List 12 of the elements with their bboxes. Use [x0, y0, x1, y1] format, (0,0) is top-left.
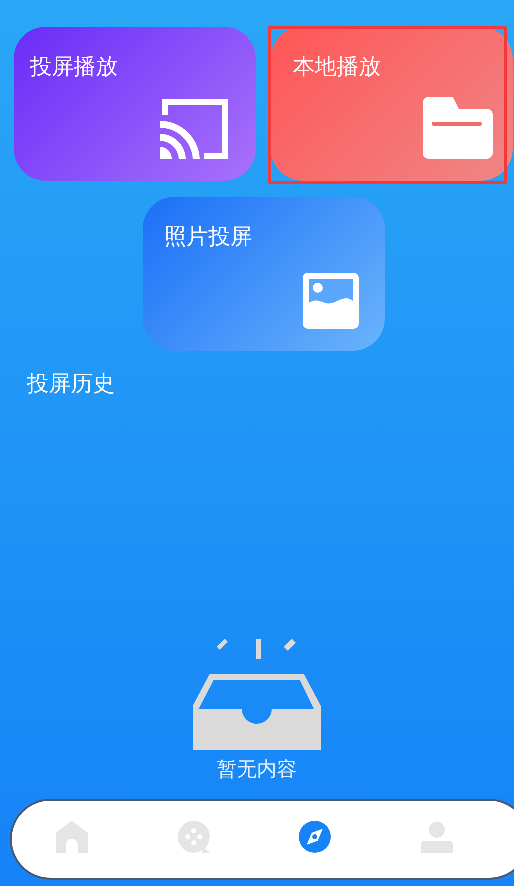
- feature-card[interactable]: 照片投屏: [142, 197, 384, 351]
- feature-card[interactable]: 本地播放: [271, 27, 513, 181]
- folder-icon: [423, 97, 493, 159]
- image-icon: [302, 273, 358, 329]
- feature-card[interactable]: 投屏播放: [14, 27, 256, 181]
- card-title: 照片投屏: [164, 224, 254, 252]
- empty-tray-icon: [192, 639, 322, 751]
- cast-icon: [160, 97, 230, 161]
- card-title: 投屏播放: [30, 54, 119, 82]
- section-title: 投屏历史: [26, 371, 116, 399]
- empty-message: 暂无内容: [217, 757, 297, 781]
- card-title: 本地播放: [293, 54, 382, 82]
